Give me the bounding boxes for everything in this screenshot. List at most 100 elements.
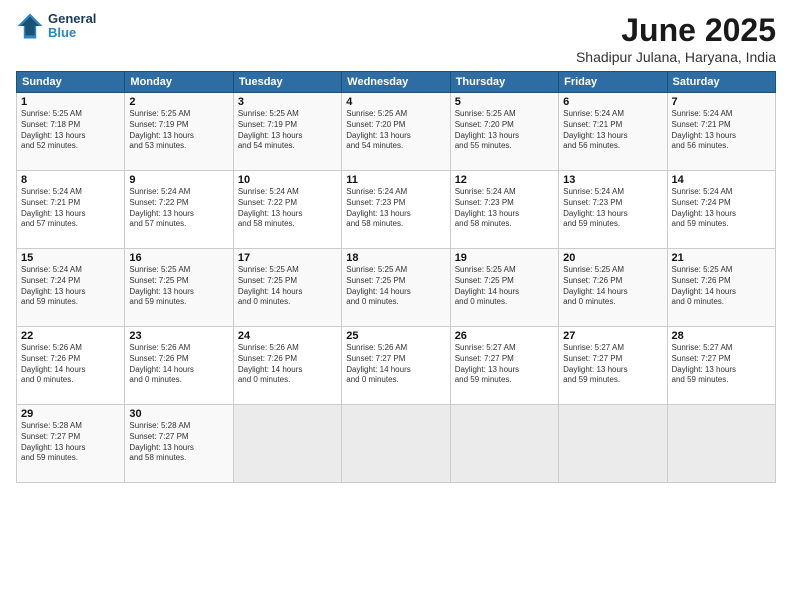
logo-icon (16, 12, 44, 40)
day-info: Sunrise: 5:26 AM Sunset: 7:27 PM Dayligh… (346, 343, 445, 386)
table-row: 23Sunrise: 5:26 AM Sunset: 7:26 PM Dayli… (125, 327, 233, 405)
day-number: 30 (129, 408, 228, 420)
logo-line2: Blue (48, 26, 96, 40)
day-info: Sunrise: 5:28 AM Sunset: 7:27 PM Dayligh… (129, 421, 228, 464)
day-info: Sunrise: 5:25 AM Sunset: 7:20 PM Dayligh… (455, 109, 554, 152)
day-info: Sunrise: 5:27 AM Sunset: 7:27 PM Dayligh… (563, 343, 662, 386)
weekday-saturday: Saturday (667, 72, 775, 93)
logo: General Blue (16, 12, 96, 41)
calendar-subtitle: Shadipur Julana, Haryana, India (576, 49, 776, 65)
day-number: 4 (346, 96, 445, 108)
table-row (342, 405, 450, 483)
day-number: 27 (563, 330, 662, 342)
day-info: Sunrise: 5:24 AM Sunset: 7:23 PM Dayligh… (455, 187, 554, 230)
table-row: 26Sunrise: 5:27 AM Sunset: 7:27 PM Dayli… (450, 327, 558, 405)
day-number: 8 (21, 174, 120, 186)
table-row: 24Sunrise: 5:26 AM Sunset: 7:26 PM Dayli… (233, 327, 341, 405)
table-row: 2Sunrise: 5:25 AM Sunset: 7:19 PM Daylig… (125, 93, 233, 171)
day-number: 22 (21, 330, 120, 342)
day-info: Sunrise: 5:27 AM Sunset: 7:27 PM Dayligh… (672, 343, 771, 386)
day-info: Sunrise: 5:24 AM Sunset: 7:23 PM Dayligh… (563, 187, 662, 230)
day-number: 26 (455, 330, 554, 342)
day-info: Sunrise: 5:25 AM Sunset: 7:25 PM Dayligh… (238, 265, 337, 308)
day-number: 14 (672, 174, 771, 186)
day-number: 20 (563, 252, 662, 264)
day-number: 3 (238, 96, 337, 108)
table-row: 17Sunrise: 5:25 AM Sunset: 7:25 PM Dayli… (233, 249, 341, 327)
calendar-table: SundayMondayTuesdayWednesdayThursdayFrid… (16, 71, 776, 483)
table-row (667, 405, 775, 483)
table-row: 4Sunrise: 5:25 AM Sunset: 7:20 PM Daylig… (342, 93, 450, 171)
day-info: Sunrise: 5:26 AM Sunset: 7:26 PM Dayligh… (21, 343, 120, 386)
weekday-thursday: Thursday (450, 72, 558, 93)
table-row: 7Sunrise: 5:24 AM Sunset: 7:21 PM Daylig… (667, 93, 775, 171)
day-number: 28 (672, 330, 771, 342)
table-row: 5Sunrise: 5:25 AM Sunset: 7:20 PM Daylig… (450, 93, 558, 171)
day-number: 17 (238, 252, 337, 264)
day-number: 2 (129, 96, 228, 108)
title-block: June 2025 Shadipur Julana, Haryana, Indi… (576, 12, 776, 65)
day-number: 24 (238, 330, 337, 342)
table-row: 18Sunrise: 5:25 AM Sunset: 7:25 PM Dayli… (342, 249, 450, 327)
day-info: Sunrise: 5:25 AM Sunset: 7:26 PM Dayligh… (563, 265, 662, 308)
weekday-sunday: Sunday (17, 72, 125, 93)
day-info: Sunrise: 5:26 AM Sunset: 7:26 PM Dayligh… (238, 343, 337, 386)
day-info: Sunrise: 5:24 AM Sunset: 7:21 PM Dayligh… (672, 109, 771, 152)
table-row: 19Sunrise: 5:25 AM Sunset: 7:25 PM Dayli… (450, 249, 558, 327)
table-row: 15Sunrise: 5:24 AM Sunset: 7:24 PM Dayli… (17, 249, 125, 327)
weekday-tuesday: Tuesday (233, 72, 341, 93)
table-row: 16Sunrise: 5:25 AM Sunset: 7:25 PM Dayli… (125, 249, 233, 327)
day-number: 19 (455, 252, 554, 264)
day-info: Sunrise: 5:27 AM Sunset: 7:27 PM Dayligh… (455, 343, 554, 386)
day-info: Sunrise: 5:28 AM Sunset: 7:27 PM Dayligh… (21, 421, 120, 464)
table-row: 30Sunrise: 5:28 AM Sunset: 7:27 PM Dayli… (125, 405, 233, 483)
logo-line1: General (48, 12, 96, 26)
day-info: Sunrise: 5:24 AM Sunset: 7:24 PM Dayligh… (21, 265, 120, 308)
week-row-5: 29Sunrise: 5:28 AM Sunset: 7:27 PM Dayli… (17, 405, 776, 483)
day-number: 5 (455, 96, 554, 108)
weekday-header-row: SundayMondayTuesdayWednesdayThursdayFrid… (17, 72, 776, 93)
weekday-monday: Monday (125, 72, 233, 93)
table-row: 20Sunrise: 5:25 AM Sunset: 7:26 PM Dayli… (559, 249, 667, 327)
day-info: Sunrise: 5:24 AM Sunset: 7:22 PM Dayligh… (238, 187, 337, 230)
day-info: Sunrise: 5:25 AM Sunset: 7:25 PM Dayligh… (346, 265, 445, 308)
day-number: 23 (129, 330, 228, 342)
day-number: 15 (21, 252, 120, 264)
day-number: 7 (672, 96, 771, 108)
table-row: 3Sunrise: 5:25 AM Sunset: 7:19 PM Daylig… (233, 93, 341, 171)
week-row-3: 15Sunrise: 5:24 AM Sunset: 7:24 PM Dayli… (17, 249, 776, 327)
day-info: Sunrise: 5:24 AM Sunset: 7:23 PM Dayligh… (346, 187, 445, 230)
table-row: 27Sunrise: 5:27 AM Sunset: 7:27 PM Dayli… (559, 327, 667, 405)
table-row: 13Sunrise: 5:24 AM Sunset: 7:23 PM Dayli… (559, 171, 667, 249)
table-row: 29Sunrise: 5:28 AM Sunset: 7:27 PM Dayli… (17, 405, 125, 483)
day-number: 21 (672, 252, 771, 264)
header: General Blue June 2025 Shadipur Julana, … (16, 12, 776, 65)
table-row: 25Sunrise: 5:26 AM Sunset: 7:27 PM Dayli… (342, 327, 450, 405)
table-row: 22Sunrise: 5:26 AM Sunset: 7:26 PM Dayli… (17, 327, 125, 405)
day-number: 25 (346, 330, 445, 342)
day-info: Sunrise: 5:24 AM Sunset: 7:21 PM Dayligh… (21, 187, 120, 230)
table-row: 12Sunrise: 5:24 AM Sunset: 7:23 PM Dayli… (450, 171, 558, 249)
table-row: 11Sunrise: 5:24 AM Sunset: 7:23 PM Dayli… (342, 171, 450, 249)
table-row (233, 405, 341, 483)
day-number: 13 (563, 174, 662, 186)
day-number: 16 (129, 252, 228, 264)
day-info: Sunrise: 5:26 AM Sunset: 7:26 PM Dayligh… (129, 343, 228, 386)
day-number: 18 (346, 252, 445, 264)
day-number: 11 (346, 174, 445, 186)
table-row: 6Sunrise: 5:24 AM Sunset: 7:21 PM Daylig… (559, 93, 667, 171)
day-info: Sunrise: 5:24 AM Sunset: 7:22 PM Dayligh… (129, 187, 228, 230)
table-row: 10Sunrise: 5:24 AM Sunset: 7:22 PM Dayli… (233, 171, 341, 249)
day-number: 10 (238, 174, 337, 186)
calendar-page: General Blue June 2025 Shadipur Julana, … (0, 0, 792, 612)
table-row: 8Sunrise: 5:24 AM Sunset: 7:21 PM Daylig… (17, 171, 125, 249)
day-number: 12 (455, 174, 554, 186)
table-row: 9Sunrise: 5:24 AM Sunset: 7:22 PM Daylig… (125, 171, 233, 249)
day-info: Sunrise: 5:25 AM Sunset: 7:25 PM Dayligh… (455, 265, 554, 308)
table-row: 14Sunrise: 5:24 AM Sunset: 7:24 PM Dayli… (667, 171, 775, 249)
table-row (450, 405, 558, 483)
day-info: Sunrise: 5:25 AM Sunset: 7:19 PM Dayligh… (238, 109, 337, 152)
table-row (559, 405, 667, 483)
day-number: 9 (129, 174, 228, 186)
day-info: Sunrise: 5:24 AM Sunset: 7:21 PM Dayligh… (563, 109, 662, 152)
